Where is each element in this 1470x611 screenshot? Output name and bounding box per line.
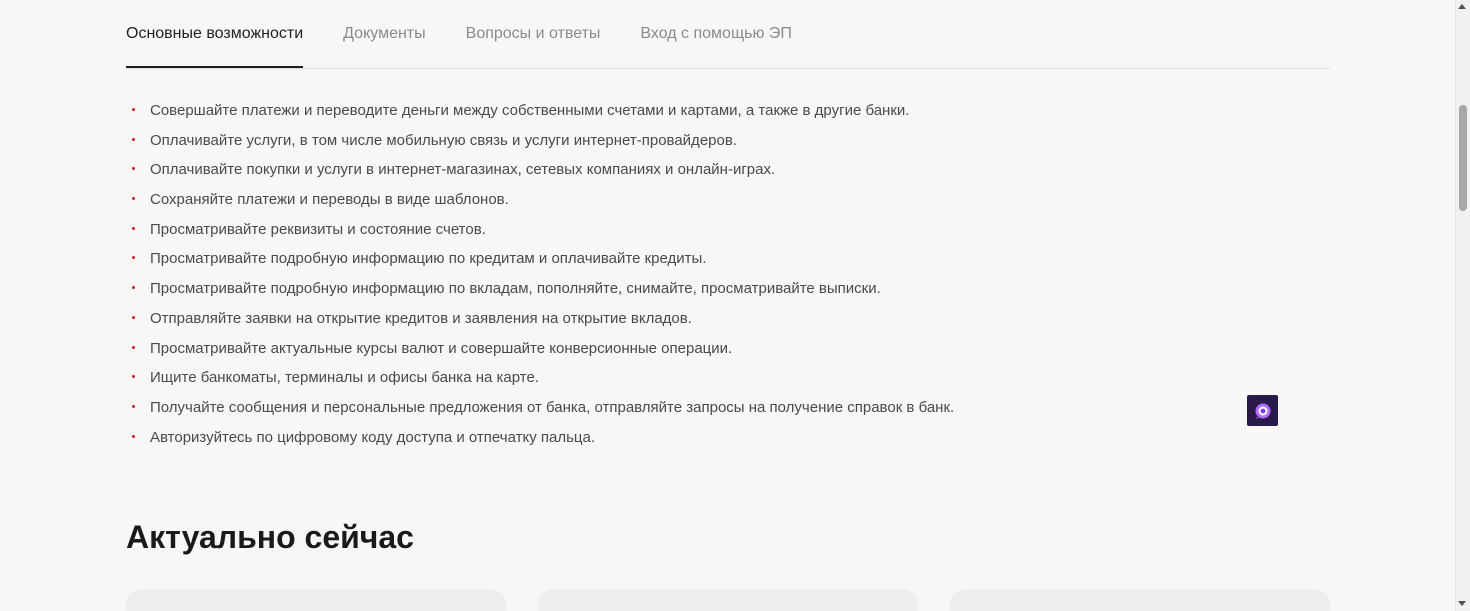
bullet-icon — [132, 315, 135, 319]
page: Основные возможности Документы Вопросы и… — [0, 0, 1470, 611]
list-item-text: Получайте сообщения и персональные предл… — [150, 398, 955, 416]
chat-bubble-icon — [1255, 403, 1270, 419]
chat-widget-button[interactable] — [1247, 395, 1278, 426]
bullet-icon — [132, 256, 135, 260]
list-item: Оплачивайте покупки и услуги в интернет-… — [132, 155, 954, 185]
list-item: Авторизуйтесь по цифровому коду доступа … — [132, 423, 954, 453]
promo-card[interactable] — [950, 589, 1330, 611]
list-item: Совершайте платежи и переводите деньги м… — [132, 96, 954, 126]
tab-faq[interactable]: Вопросы и ответы — [466, 0, 601, 67]
list-item: Ищите банкоматы, терминалы и офисы банка… — [132, 363, 954, 393]
list-item-text: Просматривайте реквизиты и состояние сче… — [150, 220, 486, 238]
list-item-text: Оплачивайте услуги, в том числе мобильну… — [150, 131, 737, 149]
list-item-text: Просматривайте подробную информацию по к… — [150, 250, 707, 268]
list-item: Просматривайте актуальные курсы валют и … — [132, 334, 954, 364]
list-item: Просматривайте подробную информацию по к… — [132, 244, 954, 274]
scrollbar-thumb[interactable] — [1459, 105, 1467, 211]
scroll-down-arrow-icon[interactable] — [1458, 601, 1466, 606]
list-item-text: Просматривайте актуальные курсы валют и … — [150, 339, 733, 357]
bullet-icon — [132, 286, 135, 290]
list-item: Просматривайте реквизиты и состояние сче… — [132, 215, 954, 245]
scroll-up-arrow-icon[interactable] — [1458, 4, 1466, 9]
bullet-icon — [132, 197, 135, 201]
features-list: Совершайте платежи и переводите деньги м… — [132, 96, 954, 452]
list-item: Сохраняйте платежи и переводы в виде шаб… — [132, 185, 954, 215]
scrollbar[interactable] — [1455, 0, 1470, 611]
list-item-text: Авторизуйтесь по цифровому коду доступа … — [150, 428, 595, 446]
bullet-icon — [132, 226, 135, 230]
list-item: Отправляйте заявки на открытие кредитов … — [132, 304, 954, 334]
bullet-icon — [132, 108, 135, 111]
list-item-text: Отправляйте заявки на открытие кредитов … — [150, 309, 692, 327]
promo-card[interactable] — [538, 589, 918, 611]
bullet-icon — [132, 167, 135, 171]
list-item: Получайте сообщения и персональные предл… — [132, 393, 954, 423]
bullet-icon — [132, 404, 135, 408]
tab-label: Основные возможности — [126, 24, 304, 42]
tab-signature-login[interactable]: Вход с помощью ЭП — [640, 0, 792, 67]
list-item: Просматривайте подробную информацию по в… — [132, 274, 954, 304]
list-item-text: Оплачивайте покупки и услуги в интернет-… — [150, 161, 776, 179]
bullet-icon — [132, 434, 135, 438]
bullet-icon — [132, 375, 135, 379]
section-title: Актуально сейчас — [126, 519, 414, 555]
bullet-icon — [132, 345, 135, 349]
tab-label: Вопросы и ответы — [465, 24, 601, 42]
bullet-icon — [132, 137, 135, 141]
list-item-text: Совершайте платежи и переводите деньги м… — [150, 102, 910, 119]
tab-bar: Основные возможности Документы Вопросы и… — [126, 0, 1330, 69]
list-item-text: Сохраняйте платежи и переводы в виде шаб… — [150, 191, 509, 209]
list-item-text: Ищите банкоматы, терминалы и офисы банка… — [150, 369, 539, 387]
promo-card[interactable] — [126, 589, 506, 611]
tab-label: Вход с помощью ЭП — [640, 24, 792, 42]
tab-label: Документы — [343, 24, 426, 42]
tab-documents[interactable]: Документы — [343, 0, 425, 67]
list-item-text: Просматривайте подробную информацию по в… — [150, 280, 881, 298]
tab-main-features[interactable]: Основные возможности — [126, 0, 304, 68]
list-item: Оплачивайте услуги, в том числе мобильну… — [132, 126, 954, 156]
